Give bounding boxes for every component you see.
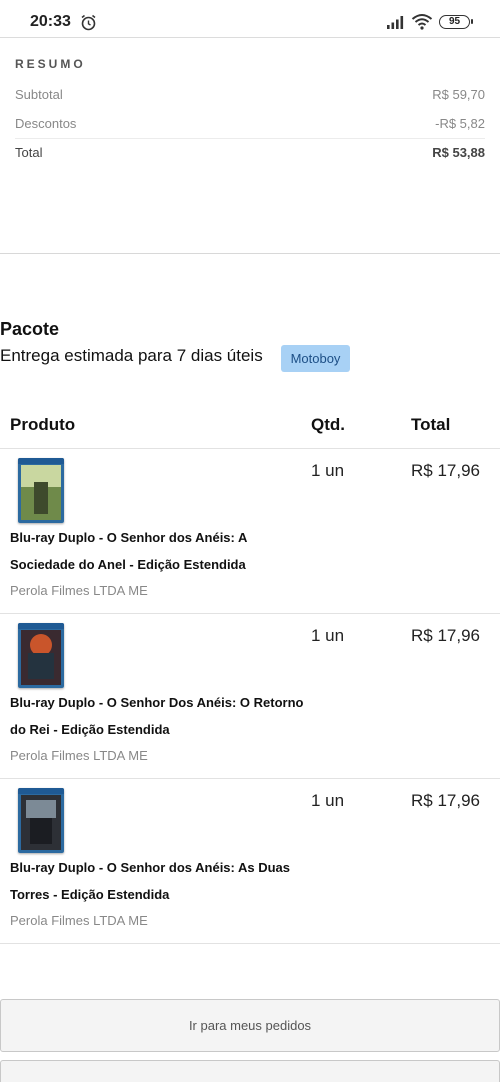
item-price: R$ 17,96 [411, 791, 480, 810]
discount-value: -R$ 5,82 [435, 116, 485, 131]
product-table-header: Produto Qtd. Total [0, 401, 500, 449]
subtotal-label: Subtotal [15, 87, 63, 102]
summary-total-row: Total R$ 53,88 [15, 139, 485, 168]
product-cover-image [18, 458, 64, 523]
header-product: Produto [10, 415, 76, 434]
wifi-icon [411, 14, 433, 30]
alarm-icon [81, 14, 96, 31]
status-bar: 20:33 95 [0, 0, 500, 38]
item-qty: 1 un [311, 461, 345, 480]
item-price: R$ 17,96 [411, 461, 480, 480]
item-name[interactable]: Blu-ray Duplo - O Senhor dos Anéis: As D… [10, 854, 310, 908]
product-cover-image [18, 623, 64, 688]
package-title: Pacote [0, 319, 60, 339]
product-cover-image [18, 788, 64, 853]
discount-label: Descontos [15, 116, 77, 131]
item-seller: Perola Filmes LTDA ME [10, 748, 148, 763]
signal-icon [387, 16, 404, 29]
total-value: R$ 53,88 [432, 145, 485, 160]
item-qty: 1 un [311, 626, 345, 645]
subtotal-value: R$ 59,70 [432, 87, 485, 102]
header-qty: Qtd. [311, 415, 345, 434]
table-row: 1 un R$ 17,96 Blu-ray Duplo - O Senhor d… [0, 779, 500, 944]
item-name[interactable]: Blu-ray Duplo - O Senhor dos Anéis: A So… [10, 524, 310, 578]
summary-discount-row: Descontos -R$ 5,82 [15, 110, 485, 139]
item-seller: Perola Filmes LTDA ME [10, 913, 148, 928]
order-summary: RESUMO Subtotal R$ 59,70 Descontos -R$ 5… [0, 38, 500, 254]
secondary-action-button[interactable] [0, 1060, 500, 1082]
total-label: Total [15, 145, 43, 160]
item-qty: 1 un [311, 791, 345, 810]
shipping-method-badge: Motoboy [281, 345, 350, 372]
battery-level: 95 [448, 16, 461, 27]
go-to-orders-button[interactable]: Ir para meus pedidos [0, 999, 500, 1052]
status-time: 20:33 [30, 13, 71, 30]
item-seller: Perola Filmes LTDA ME [10, 583, 148, 598]
delivery-estimate: Entrega estimada para 7 dias úteis [0, 346, 263, 365]
item-name[interactable]: Blu-ray Duplo - O Senhor Dos Anéis: O Re… [10, 689, 310, 743]
table-row: 1 un R$ 17,96 Blu-ray Duplo - O Senhor d… [0, 449, 500, 614]
header-total: Total [411, 415, 451, 434]
table-row: 1 un R$ 17,96 Blu-ray Duplo - O Senhor D… [0, 614, 500, 779]
item-price: R$ 17,96 [411, 626, 480, 645]
summary-title: RESUMO [15, 57, 86, 71]
battery-icon: 95 [439, 15, 473, 29]
summary-subtotal-row: Subtotal R$ 59,70 [15, 81, 485, 110]
